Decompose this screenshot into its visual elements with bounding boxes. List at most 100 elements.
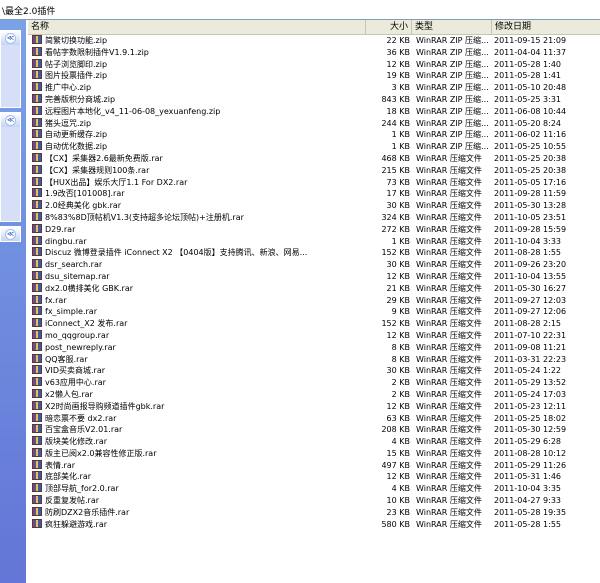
file-row[interactable]: 图片投票插件.zip 19 KB WinRAR ZIP 压缩... 2011-05-2…: [28, 70, 600, 82]
file-name-cell[interactable]: dingbu.rar: [32, 235, 368, 248]
file-name-cell[interactable]: VID买卖商城.rar: [32, 365, 368, 377]
file-row[interactable]: fx.rar 29 KB WinRAR 压缩文件 2011-09-27 12:03: [28, 294, 600, 307]
file-name-cell[interactable]: 顶部导航_for2.0.rar: [32, 483, 368, 495]
file-name-cell[interactable]: v63应用中心.rar: [32, 377, 368, 389]
file-row[interactable]: dsu_sitemap.rar 12 KB WinRAR 压缩文件 2011-10-0…: [28, 270, 600, 283]
file-name-cell[interactable]: Discuz 微博登录插件 iConnect X2 【0404版】支持腾讯、新浪…: [32, 247, 368, 259]
file-name-cell[interactable]: 推广中心.zip: [32, 82, 368, 94]
file-row[interactable]: 防刷DZX2音乐插件.rar 23 KB WinRAR 压缩文件 2011-05-28…: [28, 506, 600, 519]
file-row[interactable]: 猪头逗咒.zip 244 KB WinRAR ZIP 压缩... 2011-05-20…: [28, 117, 600, 130]
file-row[interactable]: 推广中心.zip 3 KB WinRAR ZIP 压缩... 2011-05-10 2…: [28, 82, 600, 94]
file-row[interactable]: 看帖字数限制插件V1.9.1.zip 36 KB WinRAR ZIP 压缩... 2…: [28, 46, 600, 59]
file-name-cell[interactable]: 完善版积分商城.zip: [32, 93, 368, 106]
file-row[interactable]: VID买卖商城.rar 30 KB WinRAR 压缩文件 2011-05-24 1:…: [28, 365, 600, 377]
file-row[interactable]: 【CX】采集器2.6最新免费版.rar 468 KB WinRAR 压缩文件 2011…: [28, 152, 600, 165]
file-row[interactable]: 百宝盒音乐V2.01.rar 208 KB WinRAR 压缩文件 2011-05-3…: [28, 424, 600, 436]
file-modified-date: 2011-05-25 18:02: [494, 413, 567, 423]
file-name-cell[interactable]: 表情.rar: [32, 459, 368, 472]
file-row[interactable]: 自动优化数据.zip 1 KB WinRAR ZIP 压缩... 2011-05-25…: [28, 141, 600, 153]
file-row[interactable]: v63应用中心.rar 2 KB WinRAR 压缩文件 2011-05-29 13:…: [28, 377, 600, 389]
file-row[interactable]: 简繁切换功能.zip 22 KB WinRAR ZIP 压缩... 2011-09-1…: [28, 35, 600, 47]
file-name-cell[interactable]: 【CX】采集器2.6最新免费版.rar: [32, 152, 368, 165]
file-name-cell[interactable]: 看帖字数限制插件V1.9.1.zip: [32, 46, 368, 59]
file-row[interactable]: 底部美化.rar 12 KB WinRAR 压缩文件 2011-05-31 1:46: [28, 471, 600, 483]
file-name-cell[interactable]: 自动更新缓存.zip: [32, 129, 368, 141]
file-row[interactable]: 疯狂躲避游戏.rar 580 KB WinRAR 压缩文件 2011-05-28 1:…: [28, 518, 600, 531]
file-row[interactable]: 自动更新缓存.zip 1 KB WinRAR ZIP 压缩... 2011-06-02…: [28, 129, 600, 141]
file-name-cell[interactable]: D29.rar: [32, 223, 368, 236]
file-row[interactable]: Discuz 微博登录插件 iConnect X2 【0404版】支持腾讯、新浪…: [28, 247, 600, 259]
file-name-cell[interactable]: 2.0经典美化 gbk.rar: [32, 200, 368, 212]
collapse-chevron-icon[interactable]: ≪: [5, 115, 16, 126]
file-row[interactable]: 2.0经典美化 gbk.rar 30 KB WinRAR 压缩文件 2011-05-3…: [28, 200, 600, 212]
file-row[interactable]: dx2.0横排美化 GBK.rar 21 KB WinRAR 压缩文件 2011-05…: [28, 282, 600, 295]
file-name-cell[interactable]: 帖子浏览脚印.zip: [32, 58, 368, 71]
column-header-name[interactable]: 名称: [28, 20, 366, 34]
file-name-cell[interactable]: 暗恋票不要 dx2.rar: [32, 412, 368, 425]
file-row[interactable]: 【HUX出品】娱乐大厅1.1 For DX2.rar 73 KB WinRAR 压缩…: [28, 176, 600, 189]
task-pane-group-2-header[interactable]: ≪: [1, 113, 20, 127]
file-name-cell[interactable]: 底部美化.rar: [32, 471, 368, 483]
file-row[interactable]: D29.rar 272 KB WinRAR 压缩文件 2011-09-28 15:59: [28, 223, 600, 236]
file-name-cell[interactable]: mo_qqgroup.rar: [32, 329, 368, 342]
file-name-cell[interactable]: fx.rar: [32, 294, 368, 307]
file-name-cell[interactable]: 百宝盒音乐V2.01.rar: [32, 424, 368, 436]
expand-chevron-icon[interactable]: ≪: [5, 229, 16, 240]
file-row[interactable]: post_newreply.rar 8 KB WinRAR 压缩文件 2011-09-…: [28, 341, 600, 354]
file-type: WinRAR 压缩文件: [416, 271, 482, 281]
file-name-cell[interactable]: X2时尚画报导购频道插件gbk.rar: [32, 400, 368, 413]
file-name-cell[interactable]: 猪头逗咒.zip: [32, 117, 368, 130]
file-row[interactable]: 表情.rar 497 KB WinRAR 压缩文件 2011-05-29 11:26: [28, 459, 600, 472]
file-name-cell[interactable]: iConnect_X2 发布.rar: [32, 318, 368, 330]
file-name-cell[interactable]: 反重复发帖.rar: [32, 495, 368, 507]
file-name-cell[interactable]: post_newreply.rar: [32, 341, 368, 354]
column-header-type[interactable]: 类型: [412, 20, 492, 34]
file-name-cell[interactable]: 【CX】采集器规则100条.rar: [32, 164, 368, 177]
file-name-cell[interactable]: dsu_sitemap.rar: [32, 270, 368, 283]
file-name-cell[interactable]: 1.9改否[101008].rar: [32, 188, 368, 200]
file-name-cell[interactable]: 图片投票插件.zip: [32, 70, 368, 82]
file-row[interactable]: mo_qqgroup.rar 12 KB WinRAR 压缩文件 2011-07-10…: [28, 329, 600, 342]
task-pane-group-1-header[interactable]: ≪: [1, 31, 20, 45]
file-name-cell[interactable]: 自动优化数据.zip: [32, 141, 368, 153]
file-name: 远程图片本地化_v4_11-06-08_yexuanfeng.zip: [45, 106, 221, 116]
file-row[interactable]: 【CX】采集器规则100条.rar 215 KB WinRAR 压缩文件 2011-0…: [28, 164, 600, 177]
file-row[interactable]: 远程图片本地化_v4_11-06-08_yexuanfeng.zip 18 KB W…: [28, 105, 600, 118]
task-pane-group-3-header[interactable]: ≪: [1, 227, 20, 241]
file-row[interactable]: 1.9改否[101008].rar 17 KB WinRAR 压缩文件 2011-09…: [28, 188, 600, 200]
file-row[interactable]: 帖子浏览脚印.zip 12 KB WinRAR ZIP 压缩... 2011-05-2…: [28, 58, 600, 71]
file-row[interactable]: 版主已阅x2.0兼容性修正版.rar 15 KB WinRAR 压缩文件 2011-0…: [28, 447, 600, 460]
file-name-cell[interactable]: dsr_search.rar: [32, 259, 368, 271]
file-name-cell[interactable]: x2懒人包.rar: [32, 388, 368, 401]
file-name-cell[interactable]: 8%83%8D顶帖机V1.3(支持超多论坛顶帖)+注册机.rar: [32, 211, 368, 224]
file-row[interactable]: X2时尚画报导购频道插件gbk.rar 12 KB WinRAR 压缩文件 2011-…: [28, 400, 600, 413]
file-row[interactable]: fx_simple.rar 9 KB WinRAR 压缩文件 2011-09-27 1…: [28, 306, 600, 318]
file-name-cell[interactable]: 版块美化修改.rar: [32, 436, 368, 448]
file-name-cell[interactable]: QQ客服.rar: [32, 353, 368, 366]
file-name-cell[interactable]: 版主已阅x2.0兼容性修正版.rar: [32, 447, 368, 460]
column-header-size[interactable]: 大小: [366, 20, 412, 34]
file-row[interactable]: dsr_search.rar 30 KB WinRAR 压缩文件 2011-09-26…: [28, 259, 600, 271]
file-size: 8 KB: [391, 342, 410, 352]
file-row[interactable]: iConnect_X2 发布.rar 152 KB WinRAR 压缩文件 2011-…: [28, 318, 600, 330]
file-row[interactable]: x2懒人包.rar 2 KB WinRAR 压缩文件 2011-05-24 17:03: [28, 388, 600, 401]
file-name-cell[interactable]: 防刷DZX2音乐插件.rar: [32, 506, 368, 519]
column-header-date[interactable]: 修改日期: [492, 20, 600, 34]
file-row[interactable]: QQ客服.rar 8 KB WinRAR 压缩文件 2011-03-31 22:23: [28, 353, 600, 366]
file-row[interactable]: 顶部导航_for2.0.rar 4 KB WinRAR 压缩文件 2011-10-04…: [28, 483, 600, 495]
address-bar[interactable]: \最全2.0插件: [0, 0, 600, 20]
file-row[interactable]: 版块美化修改.rar 4 KB WinRAR 压缩文件 2011-05-29 6:28: [28, 436, 600, 448]
file-name-cell[interactable]: 简繁切换功能.zip: [32, 35, 368, 47]
file-row[interactable]: 暗恋票不要 dx2.rar 63 KB WinRAR 压缩文件 2011-05-25 …: [28, 412, 600, 425]
file-row[interactable]: dingbu.rar 1 KB WinRAR 压缩文件 2011-10-04 3:33: [28, 235, 600, 248]
file-modified-date: 2011-10-04 3:35: [494, 484, 561, 494]
file-name-cell[interactable]: fx_simple.rar: [32, 306, 368, 318]
file-name-cell[interactable]: dx2.0横排美化 GBK.rar: [32, 282, 368, 295]
file-row[interactable]: 8%83%8D顶帖机V1.3(支持超多论坛顶帖)+注册机.rar 324 KB Wi…: [28, 211, 600, 224]
file-name-cell[interactable]: 【HUX出品】娱乐大厅1.1 For DX2.rar: [32, 176, 368, 189]
file-name-cell[interactable]: 疯狂躲避游戏.rar: [32, 518, 368, 531]
file-name-cell[interactable]: 远程图片本地化_v4_11-06-08_yexuanfeng.zip: [32, 105, 368, 118]
collapse-chevron-icon[interactable]: ≪: [5, 33, 16, 44]
file-row[interactable]: 完善版积分商城.zip 843 KB WinRAR ZIP 压缩... 2011-05…: [28, 93, 600, 106]
file-row[interactable]: 反重复发帖.rar 10 KB WinRAR 压缩文件 2011-04-27 9:33: [28, 495, 600, 507]
